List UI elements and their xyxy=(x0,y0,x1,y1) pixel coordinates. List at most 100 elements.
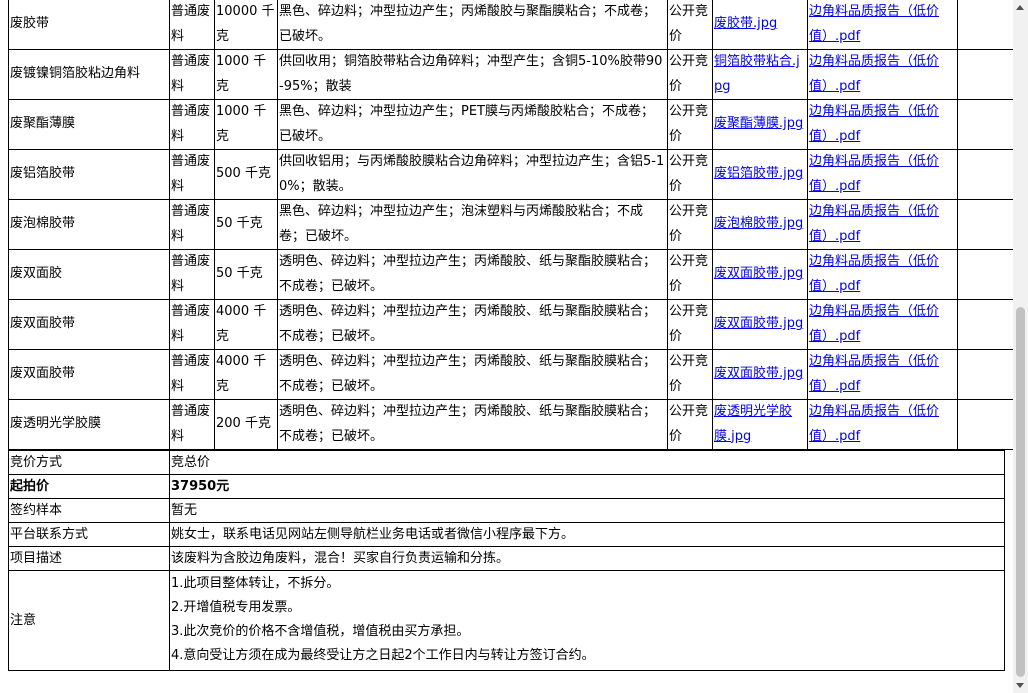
report-link-cell: 边角料品质报告（低价值）.pdf xyxy=(807,299,958,350)
note-item: 1.此项目整体转让，不拆分。 xyxy=(171,576,340,591)
sale-method-cell: 公开竞价 xyxy=(667,349,713,400)
quantity-cell: 4000 千克 xyxy=(214,299,278,350)
image-link[interactable]: 废聚酯薄膜.jpg xyxy=(714,116,803,131)
item-description-cell: 黑色、碎边料；冲型拉边产生；丙烯酸胶与聚酯膜粘合；不成卷；已破坏。 xyxy=(277,0,668,50)
description-label: 项目描述 xyxy=(8,546,170,571)
image-link-cell: 废胶带.jpg xyxy=(712,0,808,50)
report-link[interactable]: 边角料品质报告（低价值）.pdf xyxy=(809,304,939,344)
contact-label: 平台联系方式 xyxy=(8,522,170,547)
waste-type-cell: 普通废料 xyxy=(169,249,215,300)
info-row-description: 项目描述 该废料为含胶边角废料，混合！买家自行负责运输和分拣。 xyxy=(8,546,1005,571)
waste-type-cell: 普通废料 xyxy=(169,49,215,100)
table-row: 废泡棉胶带 普通废料 50 千克 黑色、碎边料；冲型拉边产生；泡沫塑料与丙烯酸胶粘合；… xyxy=(8,199,1015,250)
image-link-cell: 废双面胶带.jpg xyxy=(712,349,808,400)
note-item: 4.意向受让方须在成为最终受让方之日起2个工作日内与转让方签订合约。 xyxy=(171,648,595,663)
note-item: 3.此次竞价的价格不含增值税，增值税由买方承担。 xyxy=(171,624,470,639)
report-link[interactable]: 边角料品质报告（低价值）.pdf xyxy=(809,204,939,244)
sample-value: 暂无 xyxy=(169,498,1005,523)
image-link[interactable]: 废胶带.jpg xyxy=(714,16,777,31)
report-link[interactable]: 边角料品质报告（低价值）.pdf xyxy=(809,404,939,444)
waste-type-cell: 普通废料 xyxy=(169,399,215,450)
item-name-cell: 废透明光学胶膜 xyxy=(8,399,170,450)
waste-type-cell: 普通废料 xyxy=(169,149,215,200)
vertical-scrollbar[interactable] xyxy=(1013,0,1028,693)
report-link-cell: 边角料品质报告（低价值）.pdf xyxy=(807,199,958,250)
image-link[interactable]: 废泡棉胶带.jpg xyxy=(714,216,803,231)
image-link-cell: 废双面胶带.jpg xyxy=(712,299,808,350)
quantity-cell: 200 千克 xyxy=(214,399,278,450)
image-link[interactable]: 废双面胶带.jpg xyxy=(714,266,803,281)
report-link[interactable]: 边角料品质报告（低价值）.pdf xyxy=(809,254,939,294)
item-name-cell: 废双面胶带 xyxy=(8,299,170,350)
item-name-cell: 废胶带 xyxy=(8,0,170,50)
image-link[interactable]: 废透明光学胶膜.jpg xyxy=(714,404,792,444)
item-name-cell: 废泡棉胶带 xyxy=(8,199,170,250)
waste-items-table: 废胶带 普通废料 10000 千克 黑色、碎边料；冲型拉边产生；丙烯酸胶与聚酯膜粘合；… xyxy=(8,0,1015,450)
report-link-cell: 边角料品质报告（低价值）.pdf xyxy=(807,249,958,300)
sale-method-cell: 公开竞价 xyxy=(667,399,713,450)
quantity-cell: 10000 千克 xyxy=(214,0,278,50)
item-description-cell: 供回收铝用；与丙烯酸胶膜粘合边角碎料；冲型拉边产生；含铝5-10%；散装。 xyxy=(277,149,668,200)
table-row: 废双面胶带 普通废料 4000 千克 透明色、碎边料；冲型拉边产生；丙烯酸胶、纸与聚酯… xyxy=(8,349,1015,400)
notes-value: 1.此项目整体转让，不拆分。 2.开增值税专用发票。 3.此次竞价的价格不含增值… xyxy=(169,570,1005,671)
report-link[interactable]: 边角料品质报告（低价值）.pdf xyxy=(809,154,939,194)
empty-cell-cell xyxy=(957,299,1015,350)
start-price-value: 37950元 xyxy=(169,474,1005,499)
empty-cell-cell xyxy=(957,349,1015,400)
image-link[interactable]: 废双面胶带.jpg xyxy=(714,366,803,381)
report-link-cell: 边角料品质报告（低价值）.pdf xyxy=(807,349,958,400)
item-name-cell: 废镀镍铜箔胶粘边角料 xyxy=(8,49,170,100)
contact-value: 姚女士，联系电话见网站左侧导航栏业务电话或者微信小程序最下方。 xyxy=(169,522,1005,547)
info-row-sample: 签约样本 暂无 xyxy=(8,498,1005,523)
image-link[interactable]: 废双面胶带.jpg xyxy=(714,316,803,331)
item-description-cell: 透明色、碎边料；冲型拉边产生；丙烯酸胶、纸与聚酯胶膜粘合；不成卷；已破坏。 xyxy=(277,249,668,300)
report-link-cell: 边角料品质报告（低价值）.pdf xyxy=(807,49,958,100)
report-link-cell: 边角料品质报告（低价值）.pdf xyxy=(807,149,958,200)
empty-cell-cell xyxy=(957,149,1015,200)
bid-method-label: 竞价方式 xyxy=(8,450,170,475)
sale-method-cell: 公开竞价 xyxy=(667,249,713,300)
image-link[interactable]: 废铝箔胶带.jpg xyxy=(714,166,803,181)
bid-method-value: 竞总价 xyxy=(169,450,1005,475)
report-link[interactable]: 边角料品质报告（低价值）.pdf xyxy=(809,354,939,394)
table-row: 废胶带 普通废料 10000 千克 黑色、碎边料；冲型拉边产生；丙烯酸胶与聚酯膜粘合；… xyxy=(8,0,1015,50)
image-link-cell: 废泡棉胶带.jpg xyxy=(712,199,808,250)
image-link-cell: 废聚酯薄膜.jpg xyxy=(712,99,808,150)
table-row: 废镀镍铜箔胶粘边角料 普通废料 1000 千克 供回收用；铜箔胶带粘合边角碎料；冲型产… xyxy=(8,49,1015,100)
notes-label: 注意 xyxy=(8,570,170,671)
info-row-bid-method: 竞价方式 竞总价 xyxy=(8,450,1005,475)
sale-method-cell: 公开竞价 xyxy=(667,0,713,50)
sample-label: 签约样本 xyxy=(8,498,170,523)
sale-method-cell: 公开竞价 xyxy=(667,199,713,250)
sale-method-cell: 公开竞价 xyxy=(667,299,713,350)
report-link[interactable]: 边角料品质报告（低价值）.pdf xyxy=(809,4,939,44)
quantity-cell: 500 千克 xyxy=(214,149,278,200)
start-price-label: 起拍价 xyxy=(8,474,170,499)
table-row: 废铝箔胶带 普通废料 500 千克 供回收铝用；与丙烯酸胶膜粘合边角碎料；冲型拉边产生… xyxy=(8,149,1015,200)
item-description-cell: 透明色、碎边料；冲型拉边产生；丙烯酸胶、纸与聚酯胶膜粘合；不成卷；已破坏。 xyxy=(277,399,668,450)
scrollbar-thumb[interactable] xyxy=(1016,307,1025,677)
table-row: 废双面胶带 普通废料 4000 千克 透明色、碎边料；冲型拉边产生；丙烯酸胶、纸与聚酯… xyxy=(8,299,1015,350)
table-row: 废双面胶 普通废料 50 千克 透明色、碎边料；冲型拉边产生；丙烯酸胶、纸与聚酯胶膜粘… xyxy=(8,249,1015,300)
item-description-cell: 黑色、碎边料；冲型拉边产生；泡沫塑料与丙烯酸胶粘合；不成卷；已破坏。 xyxy=(277,199,668,250)
image-link[interactable]: 铜箔胶带粘合.jpg xyxy=(714,54,800,94)
waste-type-cell: 普通废料 xyxy=(169,199,215,250)
item-name-cell: 废铝箔胶带 xyxy=(8,149,170,200)
table-row: 废透明光学胶膜 普通废料 200 千克 透明色、碎边料；冲型拉边产生；丙烯酸胶、纸与聚… xyxy=(8,399,1015,450)
report-link[interactable]: 边角料品质报告（低价值）.pdf xyxy=(809,54,939,94)
info-row-start-price: 起拍价 37950元 xyxy=(8,474,1005,499)
info-row-notes: 注意 1.此项目整体转让，不拆分。 2.开增值税专用发票。 3.此次竞价的价格不… xyxy=(8,570,1005,671)
empty-cell-cell xyxy=(957,49,1015,100)
scroll-up-arrow-icon[interactable] xyxy=(1016,5,1024,10)
scroll-down-arrow-icon[interactable] xyxy=(1016,683,1024,688)
item-description-cell: 黑色、碎边料；冲型拉边产生；PET膜与丙烯酸胶粘合；不成卷；已破坏。 xyxy=(277,99,668,150)
quantity-cell: 4000 千克 xyxy=(214,349,278,400)
item-description-cell: 供回收用；铜箔胶带粘合边角碎料；冲型产生；含铜5-10%胶带90-95%；散装 xyxy=(277,49,668,100)
waste-type-cell: 普通废料 xyxy=(169,299,215,350)
report-link[interactable]: 边角料品质报告（低价值）.pdf xyxy=(809,104,939,144)
item-name-cell: 废双面胶 xyxy=(8,249,170,300)
quantity-cell: 50 千克 xyxy=(214,249,278,300)
empty-cell-cell xyxy=(957,249,1015,300)
report-link-cell: 边角料品质报告（低价值）.pdf xyxy=(807,0,958,50)
waste-type-cell: 普通废料 xyxy=(169,99,215,150)
